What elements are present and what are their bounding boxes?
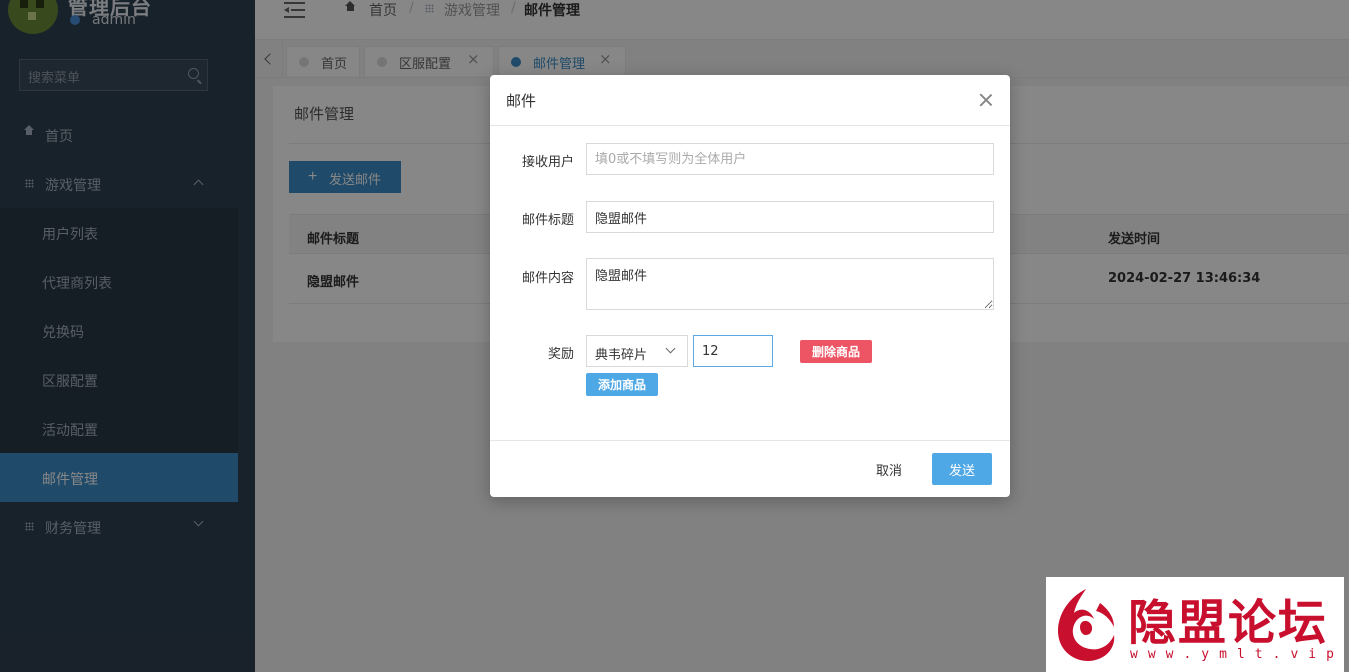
chevron-down-icon (665, 343, 676, 354)
delete-item-button[interactable]: 删除商品 (800, 340, 872, 363)
reward-item-value: 典韦碎片 (595, 348, 648, 363)
dialog-footer: 取消 发送 (490, 440, 1010, 497)
add-item-button[interactable]: 添加商品 (586, 373, 658, 396)
forum-logo-icon (1058, 589, 1115, 661)
subject-input[interactable] (586, 201, 994, 233)
reward-label: 奖励 (547, 347, 574, 362)
dialog-header: 邮件 (490, 75, 1010, 126)
mail-dialog: 邮件 接收用户 邮件标题 邮件内容 隐盟邮件 奖励 典韦碎片 删除商品 添加商品… (490, 75, 1010, 497)
cancel-button[interactable]: 取消 (860, 453, 918, 485)
dialog-title: 邮件 (506, 92, 537, 110)
recipient-input[interactable] (586, 143, 994, 175)
reward-item-select[interactable]: 典韦碎片 (586, 335, 688, 367)
watermark: 隐盟论坛 www.ymlt.vip (1046, 577, 1344, 672)
recipient-label: 接收用户 (521, 155, 574, 170)
content-textarea[interactable]: 隐盟邮件 (586, 258, 994, 310)
subject-label: 邮件标题 (521, 213, 574, 228)
close-icon[interactable] (978, 92, 994, 108)
send-button[interactable]: 发送 (932, 453, 992, 485)
watermark-url: www.ymlt.vip (1130, 647, 1344, 662)
reward-quantity-input[interactable] (693, 335, 773, 367)
watermark-text: 隐盟论坛 (1128, 595, 1329, 651)
content-label: 邮件内容 (521, 271, 574, 286)
